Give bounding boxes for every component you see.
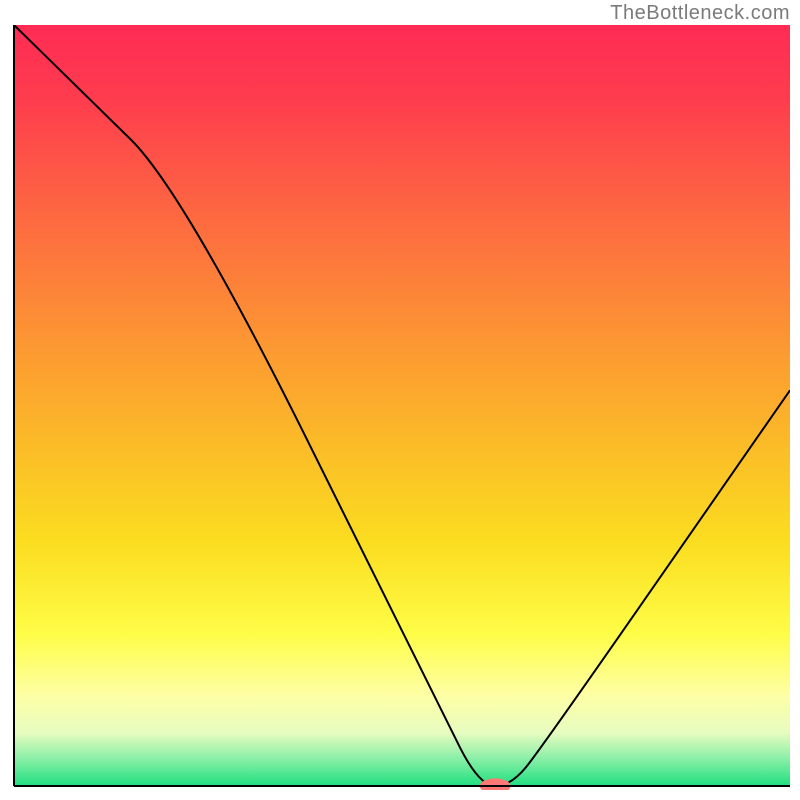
bottleneck-chart: [10, 25, 790, 790]
watermark-text: TheBottleneck.com: [610, 2, 790, 25]
chart-container: TheBottleneck.com: [0, 0, 800, 800]
